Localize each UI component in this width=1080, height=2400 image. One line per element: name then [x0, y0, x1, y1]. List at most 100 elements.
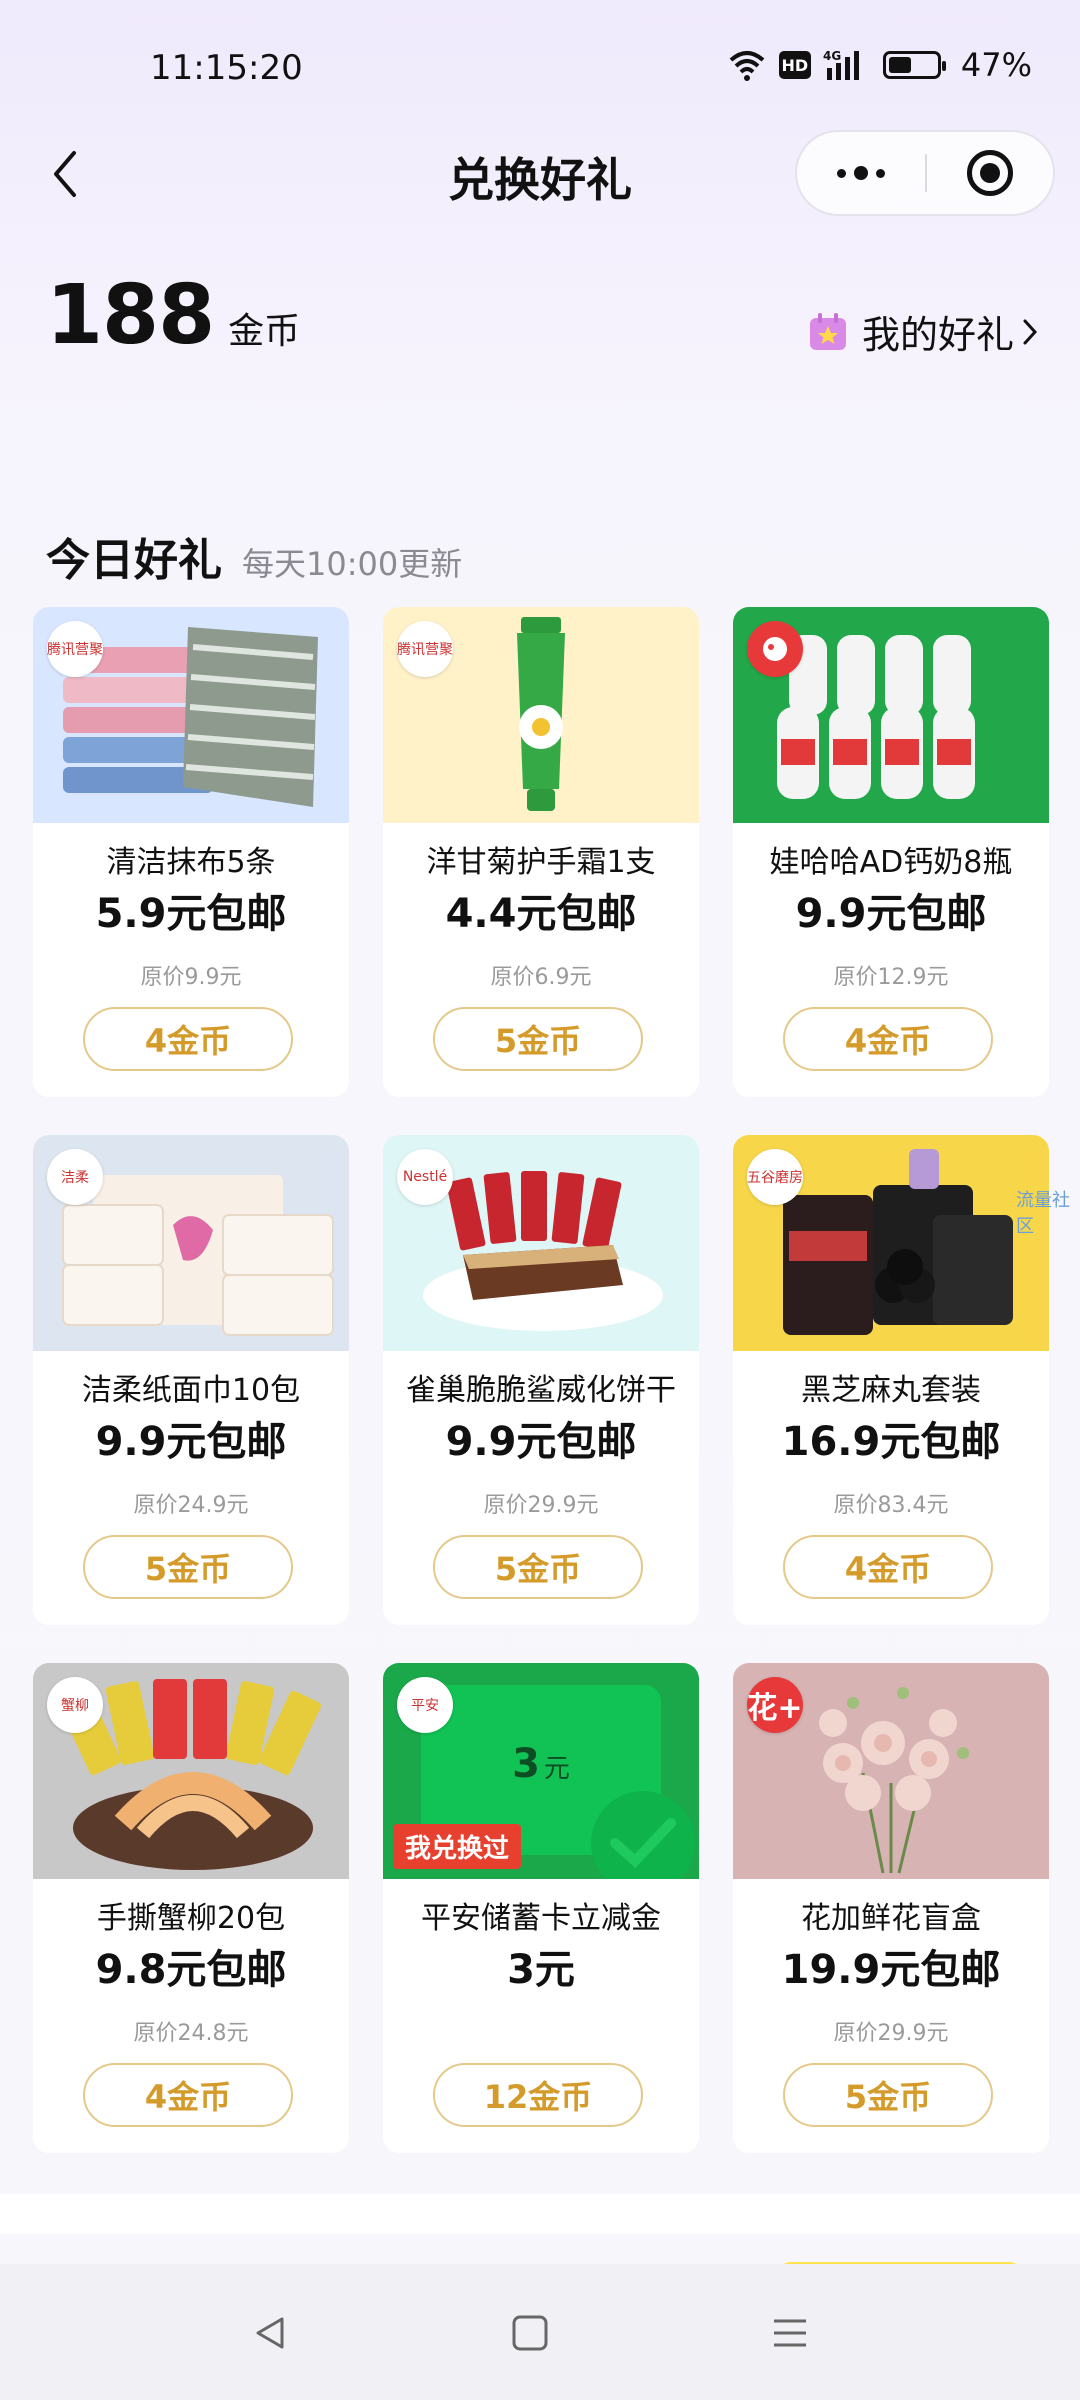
brand-badge: 平安 — [397, 1677, 453, 1733]
more-button[interactable] — [797, 132, 925, 214]
product-price: 3元 — [507, 1947, 575, 1993]
product-name: 花加鲜花盲盒 — [801, 1901, 981, 1936]
brand-badge: 洁柔 — [47, 1149, 103, 1205]
redeem-button[interactable]: 12金币 — [433, 2063, 643, 2127]
mini-program-capsule — [795, 130, 1055, 216]
product-card[interactable]: 花+ 花加鲜花盲盒 19.9元包邮 原价29.9元 5金币 — [733, 1663, 1049, 2153]
exchanged-tag: 我兑换过 — [393, 1824, 522, 1869]
close-button[interactable] — [927, 132, 1053, 214]
redeem-button[interactable]: 5金币 — [433, 1007, 643, 1071]
redeem-button[interactable]: 4金币 — [83, 2063, 293, 2127]
brand-badge: 腾讯营聚 — [47, 621, 103, 677]
product-price: 5.9元包邮 — [95, 891, 287, 937]
product-original-price: 原价29.9元 — [833, 2021, 949, 2046]
product-card[interactable]: 娃哈哈AD钙奶8瓶 9.9元包邮 原价12.9元 4金币 — [733, 607, 1049, 1097]
product-image-flower-bouquet: 花+ — [733, 1663, 1049, 1879]
product-image-tissue-packs: 洁柔 — [33, 1135, 349, 1351]
voucher-amount: 3元 — [383, 1741, 699, 1787]
section-title: 今日好礼 — [46, 535, 222, 586]
product-image-hand-cream-tube: 腾讯营聚 — [383, 607, 699, 823]
product-card[interactable]: 蟹柳 手撕蟹柳20包 9.8元包邮 原价24.8元 4金币 — [33, 1663, 349, 2153]
voucher-number: 3 — [512, 1741, 540, 1787]
brand-badge: 花+ — [747, 1677, 803, 1733]
product-price: 9.9元包邮 — [445, 1419, 637, 1465]
status-time: 11:15:20 — [150, 48, 303, 88]
battery-icon — [882, 51, 946, 79]
my-gifts-label: 我的好礼 — [861, 313, 1014, 357]
product-original-price: 原价9.9元 — [140, 965, 242, 990]
system-home-button[interactable] — [500, 2308, 560, 2358]
product-price: 9.9元包邮 — [795, 891, 987, 937]
status-icons: HD 4G 47% — [727, 46, 1032, 84]
redeem-button[interactable]: 4金币 — [783, 1007, 993, 1071]
product-original-price: 原价6.9元 — [490, 965, 592, 990]
product-original-price: 原价12.9元 — [833, 965, 949, 990]
triangle-back-icon — [256, 2317, 284, 2349]
wifi-icon — [727, 48, 767, 82]
redeem-button[interactable]: 4金币 — [783, 1535, 993, 1599]
battery-percent: 47% — [960, 46, 1032, 84]
product-name: 雀巢脆脆鲨威化饼干 — [406, 1373, 676, 1408]
product-price: 4.4元包邮 — [445, 891, 637, 937]
redeem-button[interactable]: 5金币 — [783, 2063, 993, 2127]
product-original-price: 原价24.8元 — [133, 2021, 249, 2046]
gift-calendar-icon — [809, 312, 846, 350]
voucher-unit: 元 — [543, 1754, 570, 1784]
chevron-right-icon — [1022, 318, 1038, 346]
product-original-price: 原价29.9元 — [483, 1493, 599, 1518]
system-back-button[interactable] — [240, 2308, 300, 2358]
product-card[interactable]: Nestlé 雀巢脆脆鲨威化饼干 9.9元包邮 原价29.9元 5金币 — [383, 1135, 699, 1625]
next-section-card — [0, 2194, 1080, 2234]
product-original-price: 原价24.9元 — [133, 1493, 249, 1518]
redeem-button[interactable]: 5金币 — [83, 1535, 293, 1599]
coin-balance: 188 金币 — [46, 268, 300, 363]
network-label: 4G — [823, 49, 841, 63]
nav-bar: 兑换好礼 — [0, 120, 1080, 230]
product-image-crab-sticks: 蟹柳 — [33, 1663, 349, 1879]
system-nav-bar — [0, 2264, 1080, 2400]
product-name: 平安储蓄卡立减金 — [421, 1901, 661, 1936]
coin-unit: 金币 — [228, 311, 301, 352]
product-price: 9.9元包邮 — [95, 1419, 287, 1465]
product-price: 9.8元包邮 — [95, 1947, 287, 1993]
brand-badge: Nestlé — [397, 1149, 453, 1205]
product-card[interactable]: 3元 平安 我兑换过 平安储蓄卡立减金 3元 12金币 — [383, 1663, 699, 2153]
my-gifts-link[interactable]: 我的好礼 — [808, 304, 1038, 359]
menu-lines-icon — [774, 2319, 806, 2347]
product-price: 16.9元包邮 — [781, 1419, 1001, 1465]
product-price: 19.9元包邮 — [781, 1947, 1001, 1993]
section-header: 今日好礼 每天10:00更新 — [46, 524, 462, 588]
product-card[interactable]: 洁柔 洁柔纸面巾10包 9.9元包邮 原价24.9元 5金币 — [33, 1135, 349, 1625]
product-image-voucher-card: 3元 平安 我兑换过 — [383, 1663, 699, 1879]
hd-badge: HD — [778, 51, 811, 79]
brand-badge — [747, 621, 803, 677]
signal-icon: 4G — [823, 48, 871, 82]
product-name: 娃哈哈AD钙奶8瓶 — [769, 845, 1013, 880]
brand-badge: 腾讯营聚 — [397, 621, 453, 677]
product-name: 清洁抹布5条 — [106, 845, 276, 880]
square-home-icon — [512, 2315, 548, 2351]
brand-badge: 五谷磨房 — [747, 1149, 803, 1205]
status-bar: 11:15:20 HD 4G 47% — [0, 0, 1080, 120]
target-close-icon — [967, 150, 1013, 196]
product-card[interactable]: 腾讯营聚 洋甘菊护手霜1支 4.4元包邮 原价6.9元 5金币 — [383, 607, 699, 1097]
product-name: 洁柔纸面巾10包 — [81, 1373, 301, 1408]
product-original-price: 原价83.4元 — [833, 1493, 949, 1518]
battery-fill — [888, 57, 911, 73]
product-name: 黑芝麻丸套装 — [801, 1373, 981, 1408]
coin-amount: 188 — [46, 268, 215, 363]
product-name: 手撕蟹柳20包 — [96, 1901, 286, 1936]
brand-badge: 蟹柳 — [47, 1677, 103, 1733]
product-image-milk-bottles — [733, 607, 1049, 823]
product-image-wafer-bars: Nestlé — [383, 1135, 699, 1351]
product-card[interactable]: 五谷磨房 黑芝麻丸套装 16.9元包邮 原价83.4元 4金币 — [733, 1135, 1049, 1625]
more-dots-icon — [837, 166, 885, 180]
redeem-button[interactable]: 5金币 — [433, 1535, 643, 1599]
section-subtitle: 每天10:00更新 — [242, 545, 463, 583]
product-card[interactable]: 腾讯营聚 清洁抹布5条 5.9元包邮 原价9.9元 4金币 — [33, 607, 349, 1097]
product-image-sesame-balls: 五谷磨房 — [733, 1135, 1049, 1351]
product-name: 洋甘菊护手霜1支 — [426, 845, 656, 880]
system-menu-button[interactable] — [760, 2308, 820, 2358]
redeem-button[interactable]: 4金币 — [83, 1007, 293, 1071]
product-image-cloth-towels: 腾讯营聚 — [33, 607, 349, 823]
